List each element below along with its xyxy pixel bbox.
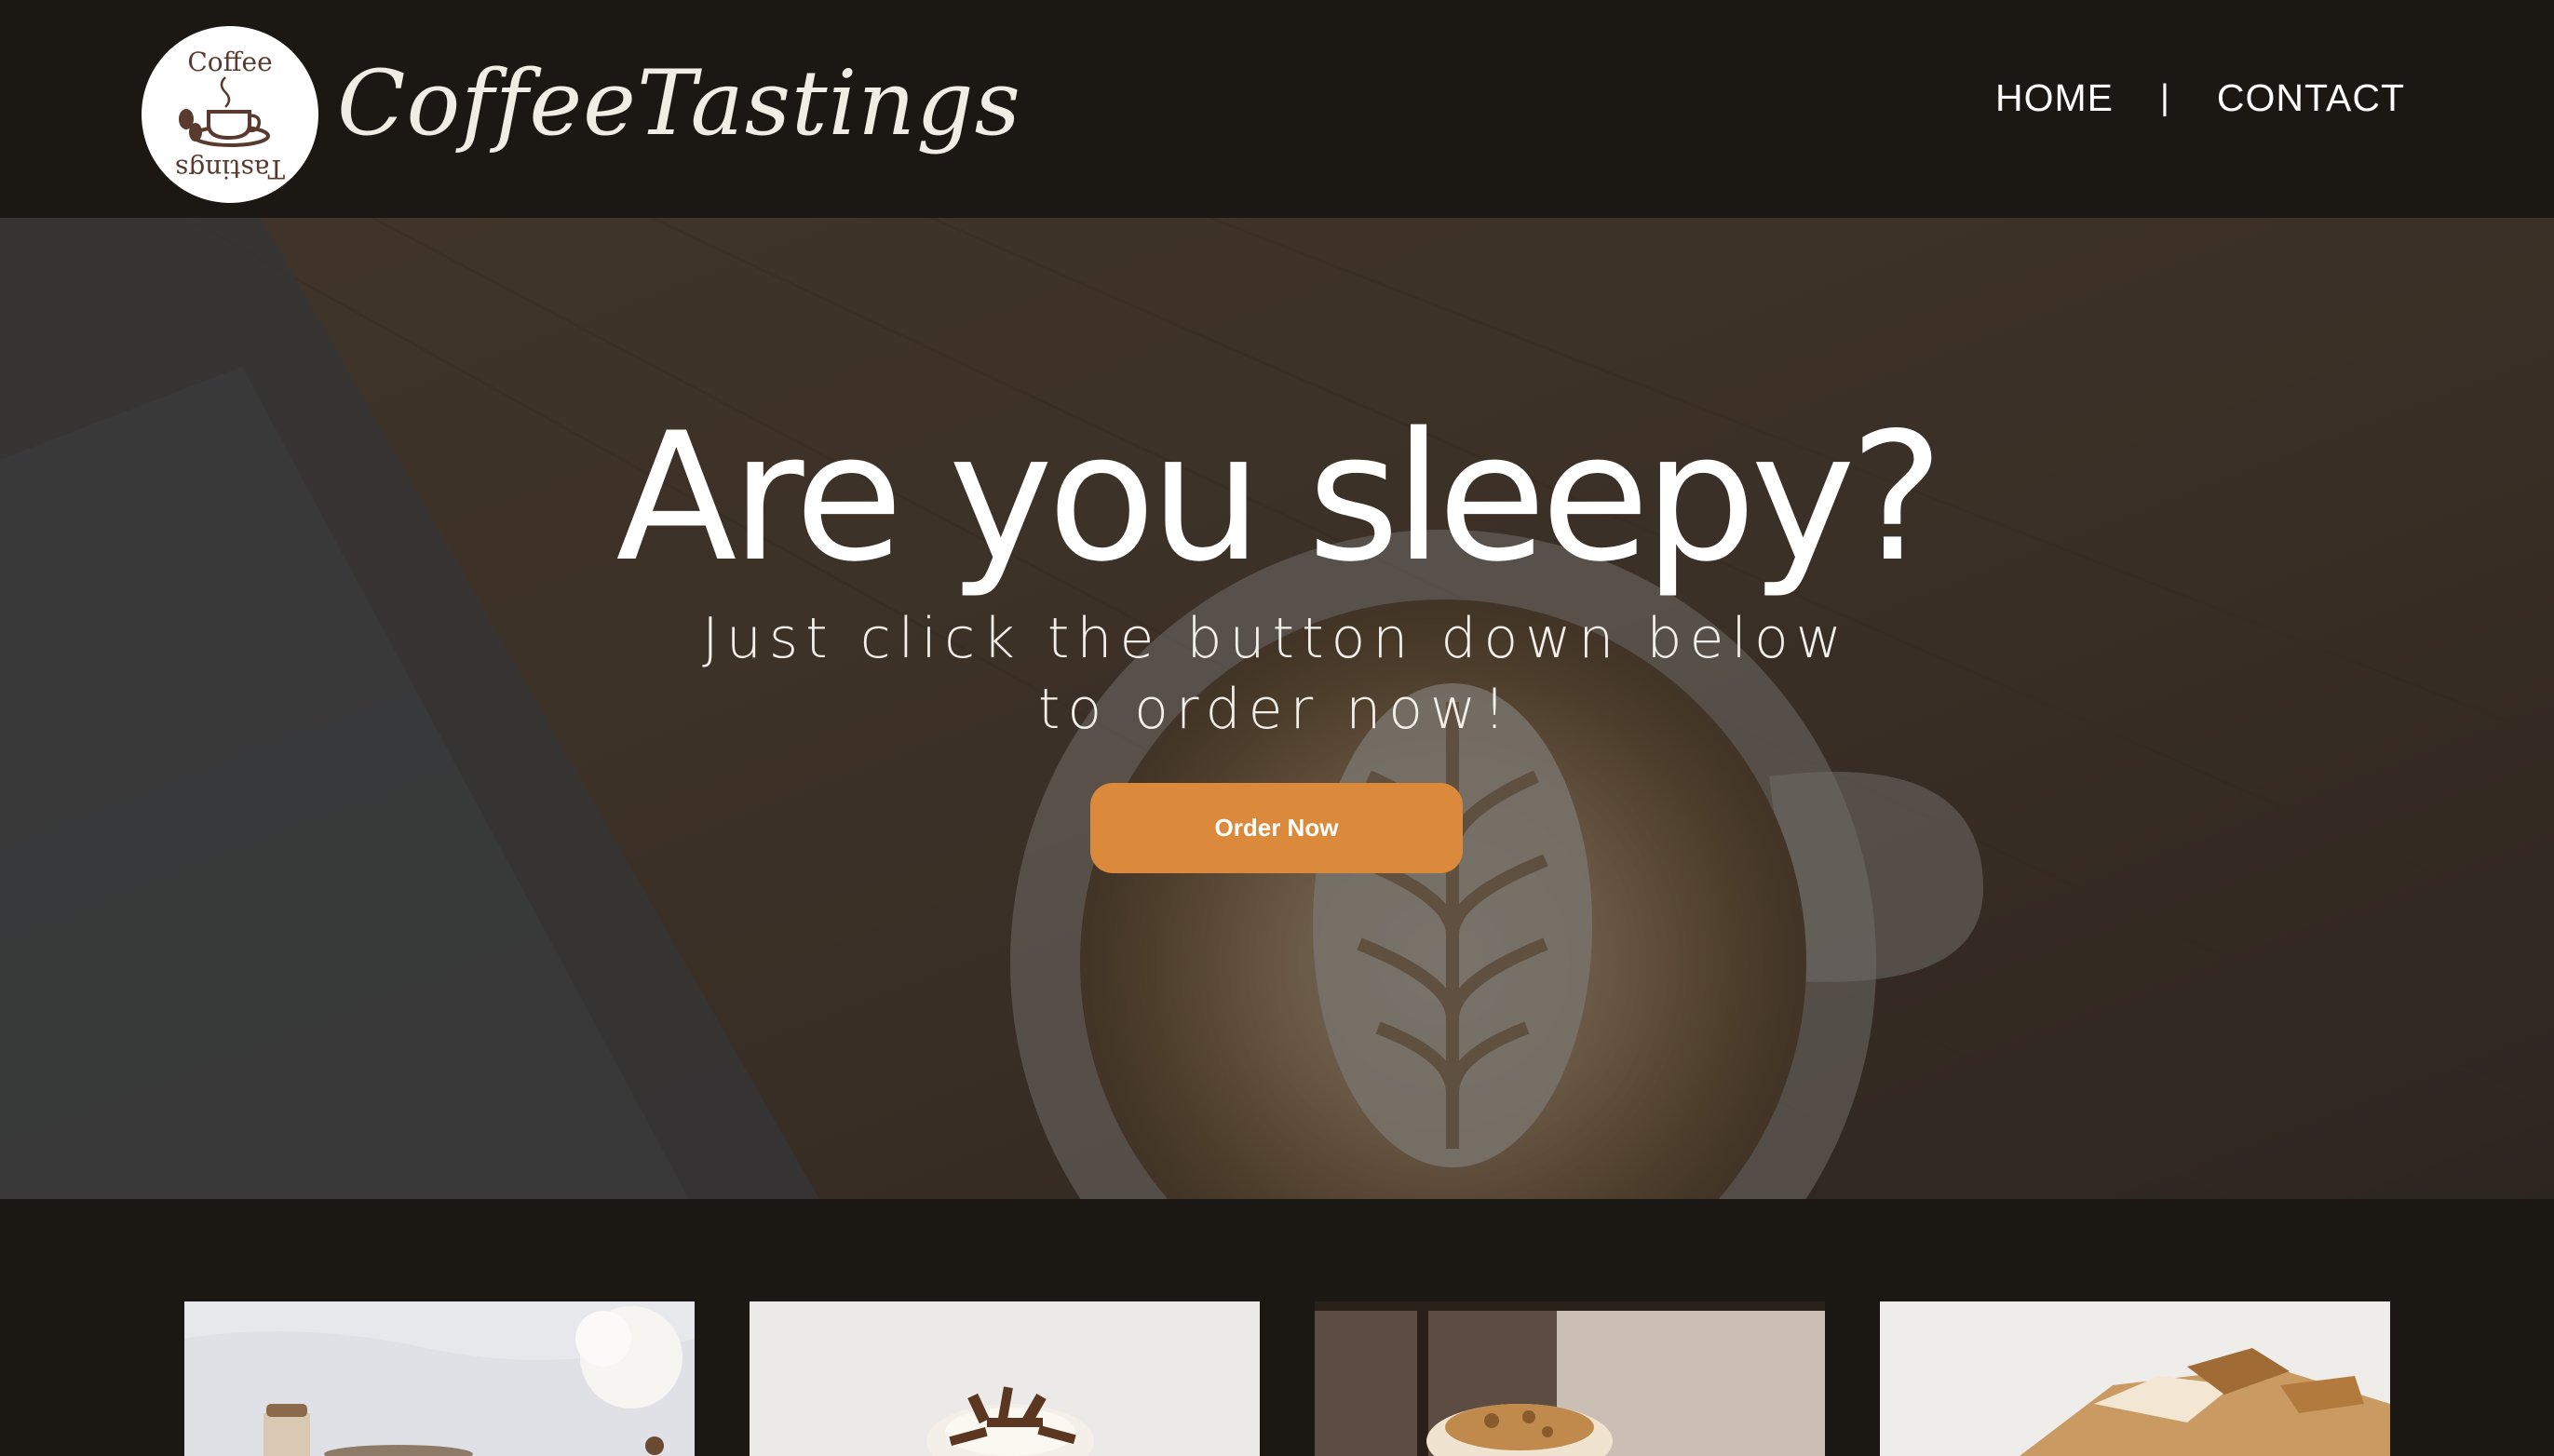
nav-home-link[interactable]: HOME	[1995, 76, 2114, 120]
coffee-tastings-logo-badge[interactable]: Coffee Tastings	[142, 26, 318, 203]
hero-section: Are you sleepy? Just click the button do…	[0, 218, 2554, 1199]
brand-name: CoffeeTastings	[337, 51, 1021, 155]
caramel-drink-image	[1315, 1301, 1825, 1456]
products-section	[63, 1199, 2490, 1456]
hero-title: Are you sleepy?	[615, 395, 1943, 600]
dessert-cup-image	[184, 1301, 695, 1456]
hero-subtitle: Just click the button down below to orde…	[702, 606, 1849, 742]
product-card[interactable]	[1880, 1301, 2390, 1456]
product-card[interactable]	[184, 1301, 695, 1456]
product-card[interactable]	[1315, 1301, 1825, 1456]
coffee-cup-logo-icon: Coffee Tastings	[175, 47, 285, 184]
site-header: Coffee Tastings CoffeeTastings HOME | CO…	[0, 0, 2554, 218]
main-nav: HOME | CONTACT	[1995, 76, 2405, 120]
nav-contact-link[interactable]: CONTACT	[2217, 76, 2405, 120]
biscoff-cake-image	[1880, 1301, 2390, 1456]
nav-separator: |	[2160, 78, 2170, 117]
product-card[interactable]	[750, 1301, 1260, 1456]
logo-badge-top-text: Coffee	[187, 47, 272, 77]
order-now-button[interactable]: Order Now	[1090, 783, 1463, 873]
logo-badge-bottom-text: Tastings	[175, 154, 285, 184]
chocolate-drink-image	[750, 1301, 1260, 1456]
brand-wordmark[interactable]: CoffeeTastings	[337, 43, 1021, 164]
